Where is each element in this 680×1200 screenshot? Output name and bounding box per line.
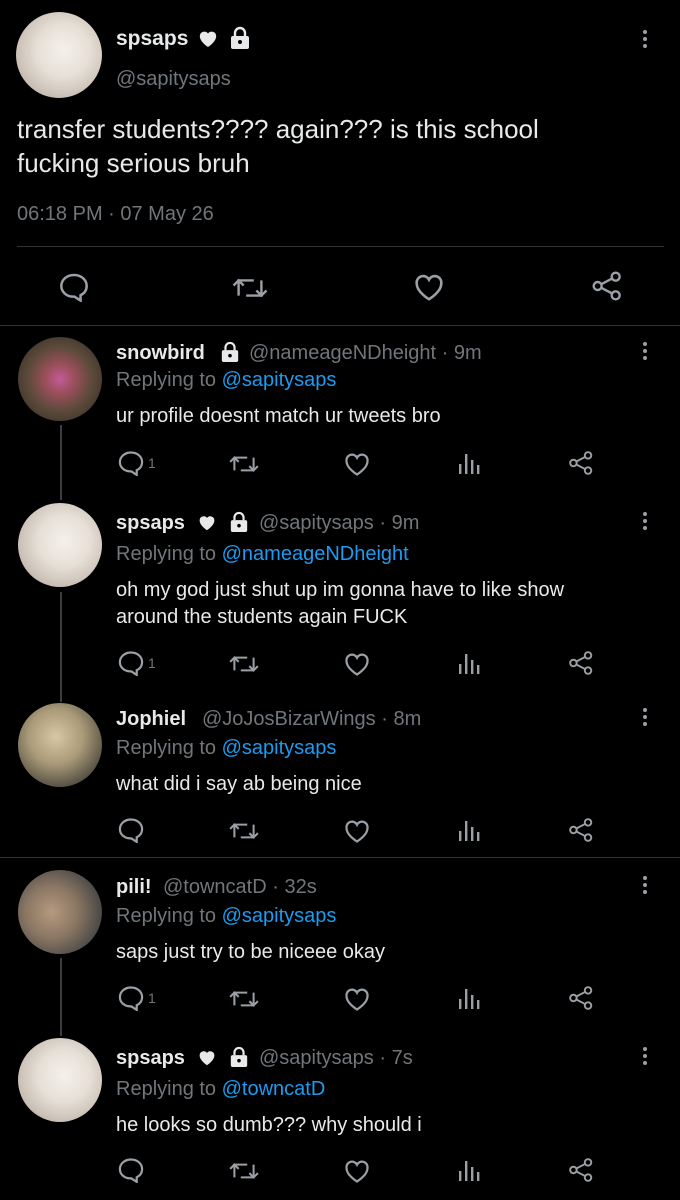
more-options-icon[interactable] [642, 512, 648, 533]
heart-badge-icon [197, 513, 217, 531]
reply-text: ur profile doesnt match ur tweets bro [116, 405, 441, 427]
replying-to-label: Replying to [116, 737, 217, 759]
analytics-icon[interactable] [458, 651, 480, 675]
share-icon[interactable] [568, 985, 594, 1011]
lock-icon [229, 1046, 249, 1068]
reply-avatar[interactable] [18, 703, 102, 787]
retweet-icon[interactable] [228, 452, 260, 476]
reply-icon[interactable] [117, 817, 145, 843]
share-icon[interactable] [568, 650, 594, 676]
share-icon[interactable] [568, 450, 594, 476]
replying-to-link[interactable]: @nameageNDheight [222, 543, 409, 565]
reply-display-name[interactable]: Jophiel [116, 708, 186, 731]
replying-to-label: Replying to [116, 369, 217, 391]
like-icon[interactable] [343, 651, 371, 677]
main-tweet-text-line2: fucking serious bruh [17, 148, 250, 178]
reply-icon[interactable] [58, 272, 90, 302]
reply-display-name[interactable]: spsaps [116, 1047, 185, 1070]
reply-meta[interactable]: @sapitysaps · 7s [259, 1047, 413, 1070]
main-avatar[interactable] [16, 12, 102, 98]
reply-text-line2: around the students again FUCK [116, 606, 408, 628]
like-icon[interactable] [343, 451, 371, 477]
heart-badge-icon [197, 1048, 217, 1066]
analytics-icon[interactable] [458, 986, 480, 1010]
reply-count: 1 [148, 455, 156, 471]
reply-display-name[interactable]: snowbird [116, 342, 205, 365]
reply-text: saps just try to be niceee okay [116, 941, 386, 963]
reply-text: what did i say ab being nice [116, 773, 362, 795]
section-divider [0, 857, 680, 858]
replying-to-label: Replying to [116, 905, 217, 927]
retweet-icon[interactable] [228, 652, 260, 676]
retweet-icon[interactable] [228, 987, 260, 1011]
reply-icon[interactable] [117, 650, 145, 676]
heart-badge-icon [197, 28, 219, 48]
more-options-icon[interactable] [642, 876, 648, 897]
thread-line [60, 958, 62, 1036]
reply-meta[interactable]: @sapitysaps · 9m [259, 512, 419, 535]
reply-meta[interactable]: @nameageNDheight · 9m [249, 342, 482, 365]
lock-icon [229, 26, 251, 50]
like-icon[interactable] [412, 272, 446, 302]
more-options-icon[interactable] [642, 30, 648, 51]
more-options-icon[interactable] [642, 708, 648, 729]
share-icon[interactable] [591, 270, 623, 302]
main-timestamp: 06:18 PM · 07 May 26 [17, 203, 214, 225]
reply-icon[interactable] [117, 1157, 145, 1183]
main-handle[interactable]: @sapitysaps [116, 68, 231, 91]
retweet-icon[interactable] [231, 274, 269, 302]
main-display-name[interactable]: spsaps [116, 27, 188, 51]
thread-line [60, 425, 62, 500]
main-tweet-text-line1: transfer students???? again??? is this s… [17, 114, 539, 144]
reply-avatar[interactable] [18, 337, 102, 421]
replying-to-link[interactable]: @sapitysaps [222, 737, 337, 759]
reply-meta[interactable]: @JoJosBizarWings · 8m [202, 708, 421, 731]
thread-line [60, 592, 62, 702]
like-icon[interactable] [343, 818, 371, 844]
lock-icon [220, 341, 240, 363]
reply-display-name[interactable]: spsaps [116, 512, 185, 535]
replying-to-label: Replying to [116, 1078, 217, 1100]
reply-text-line1: oh my god just shut up im gonna have to … [116, 579, 565, 601]
reply-meta[interactable]: @towncatD · 32s [163, 876, 317, 899]
section-divider [0, 325, 680, 326]
more-options-icon[interactable] [642, 342, 648, 363]
reply-icon[interactable] [117, 985, 145, 1011]
replying-to-link[interactable]: @sapitysaps [222, 905, 337, 927]
reply-text: he looks so dumb??? why should i [116, 1114, 422, 1136]
analytics-icon[interactable] [458, 818, 480, 842]
reply-avatar[interactable] [18, 870, 102, 954]
like-icon[interactable] [343, 1158, 371, 1184]
retweet-icon[interactable] [228, 819, 260, 843]
share-icon[interactable] [568, 1157, 594, 1183]
replying-to-label: Replying to [116, 543, 217, 565]
like-icon[interactable] [343, 986, 371, 1012]
replying-to-link[interactable]: @sapitysaps [222, 369, 337, 391]
reply-count: 1 [148, 655, 156, 671]
lock-icon [229, 511, 249, 533]
main-divider [17, 246, 664, 247]
share-icon[interactable] [568, 817, 594, 843]
more-options-icon[interactable] [642, 1047, 648, 1068]
reply-icon[interactable] [117, 450, 145, 476]
retweet-icon[interactable] [228, 1159, 260, 1183]
reply-avatar[interactable] [18, 1038, 102, 1122]
analytics-icon[interactable] [458, 1158, 480, 1182]
reply-count: 1 [148, 990, 156, 1006]
replying-to-link[interactable]: @towncatD [222, 1078, 326, 1100]
reply-avatar[interactable] [18, 503, 102, 587]
analytics-icon[interactable] [458, 451, 480, 475]
reply-display-name[interactable]: pili! [116, 876, 152, 899]
